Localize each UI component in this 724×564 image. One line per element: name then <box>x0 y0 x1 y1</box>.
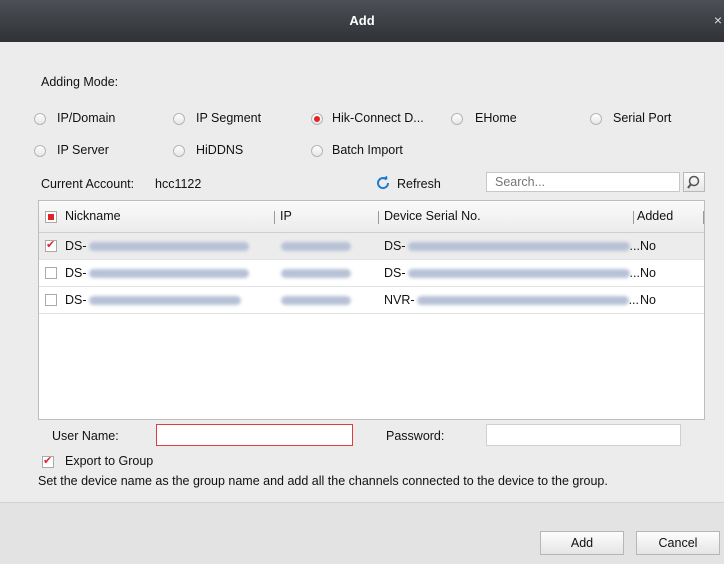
row-nickname: DS- <box>65 293 241 307</box>
redacted-text <box>407 242 630 252</box>
refresh-icon[interactable] <box>375 175 391 194</box>
radio-hiddns[interactable] <box>173 145 185 157</box>
redacted-text <box>88 296 241 306</box>
radio-serial-port[interactable] <box>590 113 602 125</box>
password-label: Password: <box>386 429 445 443</box>
column-divider[interactable] <box>274 211 275 224</box>
search-input[interactable] <box>486 172 680 192</box>
export-to-group-label[interactable]: Export to Group <box>65 454 153 468</box>
column-added[interactable]: Added <box>637 209 673 223</box>
export-to-group-checkbox[interactable] <box>42 454 54 468</box>
search-button[interactable] <box>683 172 705 192</box>
table-row[interactable]: DS- DS-... No <box>39 260 704 287</box>
radio-label-ip-domain[interactable]: IP/Domain <box>57 111 115 125</box>
export-note: Set the device name as the group name an… <box>38 474 608 488</box>
column-divider[interactable] <box>703 211 704 224</box>
current-account-label: Current Account: <box>41 177 135 191</box>
redacted-text <box>281 296 351 306</box>
radio-ip-domain[interactable] <box>34 113 46 125</box>
dialog-title: Add <box>349 13 375 28</box>
row-nickname: DS- <box>65 266 249 280</box>
column-divider[interactable] <box>378 211 379 224</box>
column-ip[interactable]: IP <box>280 209 292 223</box>
radio-label-batch-import[interactable]: Batch Import <box>332 143 403 157</box>
device-table: Nickname IP Device Serial No. Added DS- … <box>38 200 705 420</box>
row-added: No <box>640 266 656 280</box>
radio-hik-connect[interactable] <box>311 113 323 125</box>
radio-label-serial-port[interactable]: Serial Port <box>613 111 671 125</box>
current-account-value: hcc1122 <box>155 177 202 191</box>
row-ip <box>281 293 351 307</box>
column-divider[interactable] <box>633 211 634 224</box>
row-ip <box>281 266 351 280</box>
redacted-text <box>407 269 630 279</box>
username-label: User Name: <box>52 429 119 443</box>
serial-prefix: DS- <box>384 239 406 253</box>
serial-ellipsis: ... <box>628 293 639 307</box>
row-checkbox[interactable] <box>45 294 57 306</box>
redacted-text <box>281 269 351 279</box>
serial-prefix: NVR- <box>384 293 415 307</box>
dialog-titlebar: Add × <box>0 0 724 42</box>
radio-label-ip-segment[interactable]: IP Segment <box>196 111 261 125</box>
row-added: No <box>640 293 656 307</box>
username-input[interactable] <box>156 424 353 446</box>
table-row[interactable]: DS- DS-... No <box>39 233 704 260</box>
radio-label-ehome[interactable]: EHome <box>475 111 517 125</box>
table-header: Nickname IP Device Serial No. Added <box>39 201 704 233</box>
redacted-text <box>416 296 629 306</box>
password-input[interactable] <box>486 424 681 446</box>
row-serial: NVR-... <box>384 293 639 307</box>
nickname-prefix: DS- <box>65 239 87 253</box>
refresh-button[interactable]: Refresh <box>397 177 441 191</box>
row-added: No <box>640 239 656 253</box>
redacted-text <box>281 242 351 252</box>
radio-label-ip-server[interactable]: IP Server <box>57 143 109 157</box>
radio-ip-server[interactable] <box>34 145 46 157</box>
radio-batch-import[interactable] <box>311 145 323 157</box>
row-checkbox[interactable] <box>45 238 57 252</box>
radio-label-hik-connect[interactable]: Hik-Connect D... <box>332 111 424 125</box>
adding-mode-label: Adding Mode: <box>41 75 119 89</box>
add-button[interactable]: Add <box>540 531 624 555</box>
cancel-button[interactable]: Cancel <box>636 531 720 555</box>
row-serial: DS-... <box>384 266 640 280</box>
select-all-checkbox[interactable] <box>45 211 57 223</box>
radio-label-hiddns[interactable]: HiDDNS <box>196 143 243 157</box>
radio-ip-segment[interactable] <box>173 113 185 125</box>
radio-ehome[interactable] <box>451 113 463 125</box>
row-nickname: DS- <box>65 239 249 253</box>
close-icon[interactable]: × <box>714 12 722 28</box>
serial-ellipsis: ... <box>629 266 640 280</box>
serial-prefix: DS- <box>384 266 406 280</box>
nickname-prefix: DS- <box>65 266 87 280</box>
row-serial: DS-... <box>384 239 640 253</box>
nickname-prefix: DS- <box>65 293 87 307</box>
redacted-text <box>88 242 249 252</box>
table-row[interactable]: DS- NVR-... No <box>39 287 704 314</box>
row-checkbox[interactable] <box>45 267 57 279</box>
redacted-text <box>88 269 249 279</box>
search-icon <box>687 175 700 189</box>
serial-ellipsis: ... <box>629 239 640 253</box>
column-device-serial[interactable]: Device Serial No. <box>384 209 481 223</box>
row-ip <box>281 239 351 253</box>
column-nickname[interactable]: Nickname <box>65 209 121 223</box>
